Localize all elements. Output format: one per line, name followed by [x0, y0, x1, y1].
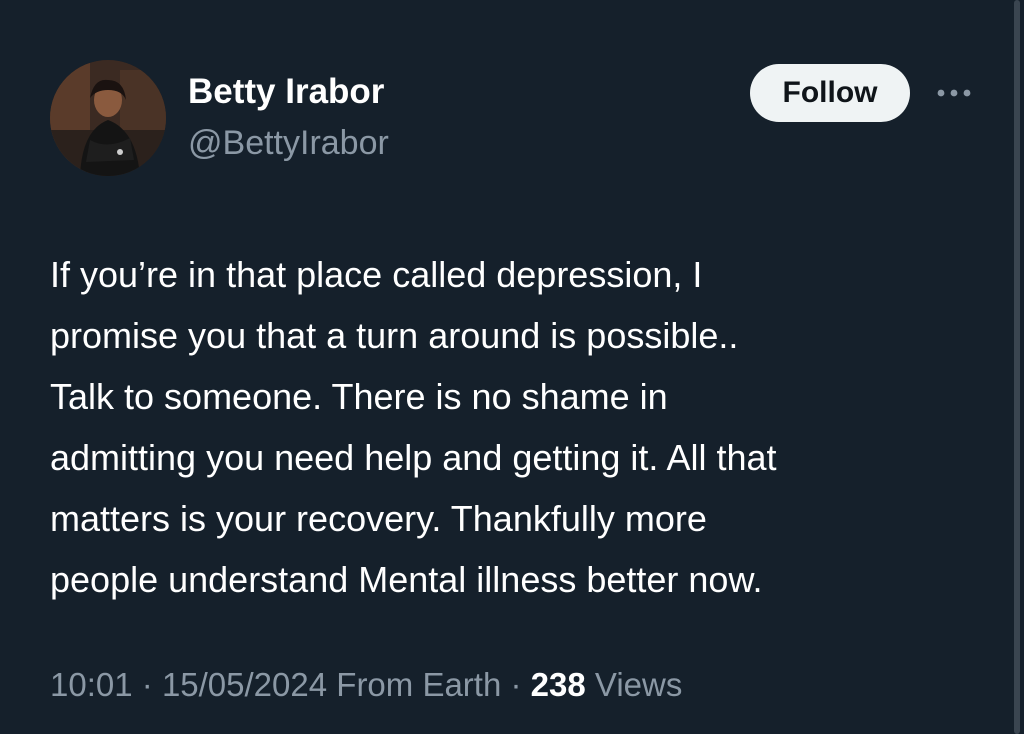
avatar-photo: [50, 60, 166, 176]
author-name[interactable]: Betty Irabor: [188, 72, 384, 112]
tweet-text-line: promise you that a turn around is possib…: [50, 315, 739, 356]
views-label: Views: [594, 666, 683, 703]
avatar[interactable]: [50, 60, 166, 176]
tweet-text: If you’re in that place called depressio…: [50, 244, 980, 610]
separator: ·: [141, 666, 153, 703]
tweet-text-line: people understand Mental illness better …: [50, 559, 763, 600]
tweet-source: From Earth: [336, 666, 502, 703]
views-count: 238: [530, 666, 586, 703]
tweet-time[interactable]: 10:01: [50, 666, 133, 703]
author-handle[interactable]: @BettyIrabor: [188, 124, 389, 163]
tweet-text-line: Talk to someone. There is no shame in: [50, 376, 668, 417]
follow-button[interactable]: Follow: [750, 64, 910, 122]
tweet-header: Betty Irabor @BettyIrabor Follow: [50, 60, 971, 180]
tweet-text-line: If you’re in that place called depressio…: [50, 254, 703, 295]
tweet-meta: 10:01 · 15/05/2024 From Earth · 238 View…: [50, 666, 682, 704]
tweet-text-line: matters is your recovery. Thankfully mor…: [50, 498, 707, 539]
scrollbar[interactable]: [1014, 0, 1020, 734]
tweet-date[interactable]: 15/05/2024: [162, 666, 327, 703]
tweet-text-line: admitting you need help and getting it. …: [50, 437, 777, 478]
more-options-button[interactable]: [934, 78, 974, 108]
more-horizontal-icon: [937, 89, 971, 97]
separator: ·: [510, 666, 522, 703]
